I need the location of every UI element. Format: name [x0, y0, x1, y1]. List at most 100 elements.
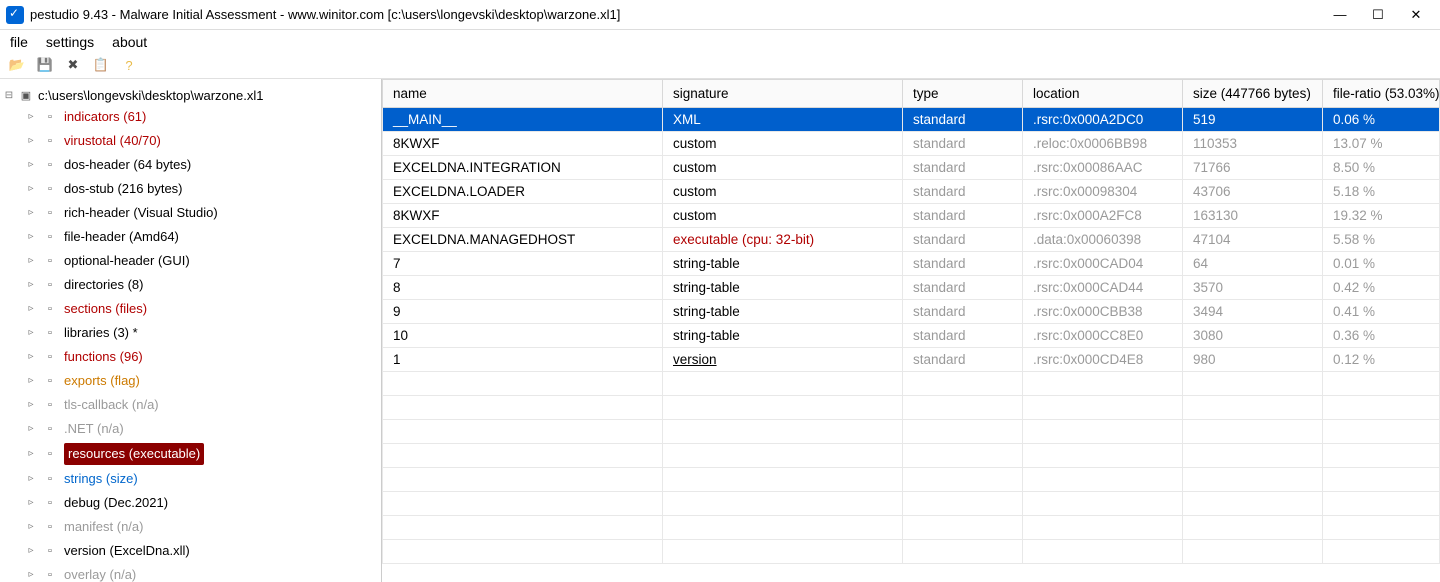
expand-icon[interactable]: ▹: [26, 131, 36, 151]
tree-item-label: rich-header (Visual Studio): [64, 203, 218, 223]
cell-name: __MAIN__: [383, 108, 663, 132]
expand-icon[interactable]: ▹: [26, 227, 36, 247]
expand-icon[interactable]: ▹: [26, 444, 36, 464]
table-row[interactable]: EXCELDNA.MANAGEDHOSTexecutable (cpu: 32-…: [383, 228, 1440, 252]
cell-location: .data:0x00060398: [1023, 228, 1183, 252]
cell-file-ratio: 0.12 %: [1323, 348, 1440, 372]
tree-item[interactable]: ▹▫libraries (3) *: [22, 321, 377, 345]
cell-signature: custom: [663, 132, 903, 156]
tree-item[interactable]: ▹▫version (ExcelDna.xll): [22, 539, 377, 563]
tree-item-label: overlay (n/a): [64, 565, 136, 582]
table-row[interactable]: 8KWXFcustomstandard.reloc:0x0006BB981103…: [383, 132, 1440, 156]
expand-icon[interactable]: ▹: [26, 323, 36, 343]
table-row[interactable]: 8string-tablestandard.rsrc:0x000CAD44357…: [383, 276, 1440, 300]
expand-icon[interactable]: ▹: [26, 371, 36, 391]
col-size[interactable]: size (447766 bytes): [1183, 80, 1323, 108]
tree-item[interactable]: ▹▫sections (files): [22, 297, 377, 321]
maximize-button[interactable]: ☐: [1368, 5, 1388, 25]
tree-item-label: exports (flag): [64, 371, 140, 391]
col-signature[interactable]: signature: [663, 80, 903, 108]
expand-icon[interactable]: ▹: [26, 347, 36, 367]
tree-item[interactable]: ▹▫overlay (n/a): [22, 563, 377, 582]
table-row[interactable]: __MAIN__XMLstandard.rsrc:0x000A2DC05190.…: [383, 108, 1440, 132]
tree-item-label: file-header (Amd64): [64, 227, 179, 247]
tree-item[interactable]: ▹▫strings (size): [22, 467, 377, 491]
expand-icon[interactable]: ▹: [26, 517, 36, 537]
expand-icon[interactable]: ▹: [26, 419, 36, 439]
expand-icon[interactable]: ▹: [26, 541, 36, 561]
tree-panel[interactable]: ⊟ ▣ c:\users\longevski\desktop\warzone.x…: [0, 79, 382, 582]
table-row[interactable]: 10string-tablestandard.rsrc:0x000CC8E030…: [383, 324, 1440, 348]
cell-size: 64: [1183, 252, 1323, 276]
tree-item[interactable]: ▹▫optional-header (GUI): [22, 249, 377, 273]
expand-icon[interactable]: ▹: [26, 203, 36, 223]
cell-file-ratio: 19.32 %: [1323, 204, 1440, 228]
cell-location: .rsrc:0x000CBB38: [1023, 300, 1183, 324]
cell-type: standard: [903, 132, 1023, 156]
tree-item[interactable]: ▹▫dos-stub (216 bytes): [22, 177, 377, 201]
tree-item[interactable]: ▹▫indicators (61): [22, 105, 377, 129]
tree-item-label: manifest (n/a): [64, 517, 143, 537]
tree-item[interactable]: ▹▫functions (96): [22, 345, 377, 369]
cell-signature: version: [663, 348, 903, 372]
col-file-ratio[interactable]: file-ratio (53.03%): [1323, 80, 1440, 108]
close-button[interactable]: ✕: [1406, 5, 1426, 25]
cell-signature: custom: [663, 156, 903, 180]
node-icon: ▫: [42, 229, 58, 245]
node-icon: ▫: [42, 446, 58, 462]
node-icon: ▫: [42, 373, 58, 389]
minimize-button[interactable]: —: [1330, 5, 1350, 25]
expand-icon[interactable]: ▹: [26, 155, 36, 175]
expand-icon[interactable]: ▹: [26, 299, 36, 319]
cell-signature: executable (cpu: 32-bit): [663, 228, 903, 252]
table-row[interactable]: 7string-tablestandard.rsrc:0x000CAD04640…: [383, 252, 1440, 276]
save-icon[interactable]: 💾: [36, 56, 54, 74]
menu-about[interactable]: about: [112, 34, 147, 50]
tree-item[interactable]: ▹▫virustotal (40/70): [22, 129, 377, 153]
expand-icon[interactable]: ▹: [26, 395, 36, 415]
collapse-icon[interactable]: ⊟: [4, 90, 14, 101]
tree-root[interactable]: ⊟ ▣ c:\users\longevski\desktop\warzone.x…: [4, 85, 377, 105]
cell-name: 10: [383, 324, 663, 348]
table-row[interactable]: 1versionstandard.rsrc:0x000CD4E89800.12 …: [383, 348, 1440, 372]
expand-icon[interactable]: ▹: [26, 179, 36, 199]
tree-item[interactable]: ▹▫tls-callback (n/a): [22, 393, 377, 417]
cell-type: standard: [903, 252, 1023, 276]
help-icon[interactable]: ?: [120, 56, 138, 74]
tree-item[interactable]: ▹▫dos-header (64 bytes): [22, 153, 377, 177]
expand-icon[interactable]: ▹: [26, 107, 36, 127]
menu-file[interactable]: file: [10, 34, 28, 50]
list-icon[interactable]: 📋: [92, 56, 110, 74]
resources-table[interactable]: name signature type location size (44776…: [382, 79, 1440, 582]
expand-icon[interactable]: ▹: [26, 493, 36, 513]
delete-icon[interactable]: ✖: [64, 56, 82, 74]
table-row[interactable]: 8KWXFcustomstandard.rsrc:0x000A2FC816313…: [383, 204, 1440, 228]
table-row[interactable]: EXCELDNA.LOADERcustomstandard.rsrc:0x000…: [383, 180, 1440, 204]
menu-settings[interactable]: settings: [46, 34, 94, 50]
table-row[interactable]: EXCELDNA.INTEGRATIONcustomstandard.rsrc:…: [383, 156, 1440, 180]
cell-type: standard: [903, 348, 1023, 372]
node-icon: ▫: [42, 421, 58, 437]
col-type[interactable]: type: [903, 80, 1023, 108]
col-name[interactable]: name: [383, 80, 663, 108]
cell-location: .rsrc:0x000A2DC0: [1023, 108, 1183, 132]
tree-item[interactable]: ▹▫.NET (n/a): [22, 417, 377, 441]
tree-item-label: dos-header (64 bytes): [64, 155, 191, 175]
open-icon[interactable]: 📂: [8, 56, 26, 74]
tree-item[interactable]: ▹▫resources (executable): [22, 441, 377, 467]
expand-icon[interactable]: ▹: [26, 251, 36, 271]
col-location[interactable]: location: [1023, 80, 1183, 108]
tree-item[interactable]: ▹▫debug (Dec.2021): [22, 491, 377, 515]
tree-item[interactable]: ▹▫directories (8): [22, 273, 377, 297]
expand-icon[interactable]: ▹: [26, 565, 36, 582]
tree-item[interactable]: ▹▫rich-header (Visual Studio): [22, 201, 377, 225]
menubar: file settings about: [0, 30, 1440, 54]
table-row[interactable]: 9string-tablestandard.rsrc:0x000CBB38349…: [383, 300, 1440, 324]
tree-item[interactable]: ▹ ▫ file-header (Amd64): [22, 225, 377, 249]
expand-icon[interactable]: ▹: [26, 469, 36, 489]
expand-icon[interactable]: ▹: [26, 275, 36, 295]
cell-size: 3570: [1183, 276, 1323, 300]
cell-file-ratio: 8.50 %: [1323, 156, 1440, 180]
tree-item[interactable]: ▹ ▫ exports (flag): [22, 369, 377, 393]
tree-item[interactable]: ▹▫manifest (n/a): [22, 515, 377, 539]
